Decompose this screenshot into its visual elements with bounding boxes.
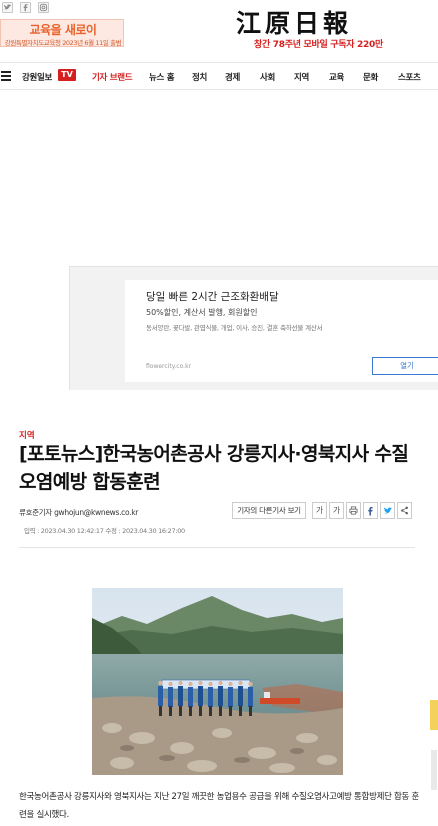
nav-item-sports[interactable]: 스포츠 xyxy=(398,71,421,83)
banner-sub-text: 강원특별자치도교육청 2023년 6월 11일 출범 xyxy=(4,39,122,47)
nav-item-reporter-brand[interactable]: 기자 브랜드 xyxy=(92,71,133,83)
twitter-icon[interactable] xyxy=(380,502,395,519)
right-edge-decoration xyxy=(430,700,438,790)
nav-item-politics[interactable]: 정치 xyxy=(192,71,207,83)
font-decrease-button[interactable]: 가 xyxy=(312,502,327,519)
menu-icon[interactable] xyxy=(1,71,11,81)
ad-subtitle: 50%할인, 계산서 발행, 회원할인 xyxy=(146,308,258,317)
main-nav: 강원일보 TV 기자 브랜드 뉴스 홈 정치 경제 사회 지역 교육 문화 스포… xyxy=(0,62,438,90)
share-icon[interactable] xyxy=(397,502,412,519)
nav-item-education[interactable]: 교육 xyxy=(329,71,344,83)
print-icon[interactable] xyxy=(346,502,361,519)
instagram-icon[interactable] xyxy=(38,2,49,13)
facebook-icon[interactable] xyxy=(363,502,378,519)
top-utility-bar xyxy=(0,0,438,16)
article-byline[interactable]: 류호준기자 gwhojun@kwnews.co.kr xyxy=(19,507,138,518)
article-divider xyxy=(19,547,415,548)
facebook-icon[interactable] xyxy=(20,2,31,13)
more-articles-button[interactable]: 기자의 다른기사 보기 xyxy=(232,502,306,519)
article-headline: [포토뉴스]한국농어촌공사 강릉지사·영북지사 수질오염예방 합동훈련 xyxy=(19,443,409,493)
nav-item-culture[interactable]: 문화 xyxy=(363,71,378,83)
ad-domain[interactable]: flowercity.co.kr xyxy=(146,363,191,370)
article-dates: 입력 : 2023.04.30 12:42:17 수정 : 2023.04.30… xyxy=(24,527,185,535)
nav-item-region[interactable]: 지역 xyxy=(294,71,309,83)
site-logo[interactable]: 江原日報 xyxy=(236,4,352,40)
article-photo xyxy=(92,588,343,775)
nav-item-news-home[interactable]: 뉴스 홈 xyxy=(149,71,175,83)
font-increase-button[interactable]: 가 xyxy=(329,502,344,519)
ad-title[interactable]: 당일 빠른 2시간 근조화환배달 xyxy=(146,289,279,304)
nav-item-economy[interactable]: 경제 xyxy=(225,71,240,83)
site-slogan: 창간 78주년 모바일 구독자 220만 xyxy=(254,40,383,50)
article-body-text: 한국농어촌공사 강릉지사와 영북지사는 지난 27일 깨끗한 농업용수 공급을 … xyxy=(19,792,420,820)
nav-brand[interactable]: 강원일보 xyxy=(22,71,52,83)
banner-main-text: 교육을 새로이 xyxy=(29,23,97,37)
ad-description: 동서양란, 꽃다발, 관엽식물, 개업, 이사, 승진, 결혼 축하선물 계산서 xyxy=(146,324,323,332)
nav-item-society[interactable]: 사회 xyxy=(260,71,275,83)
tv-badge[interactable]: TV xyxy=(58,69,76,81)
ad-open-button[interactable]: 열기 xyxy=(372,357,438,375)
promo-banner[interactable]: 교육을 새로이 강원특별자치도교육청 2023년 6월 11일 출범 xyxy=(0,19,124,47)
twitter-icon[interactable] xyxy=(2,2,13,13)
